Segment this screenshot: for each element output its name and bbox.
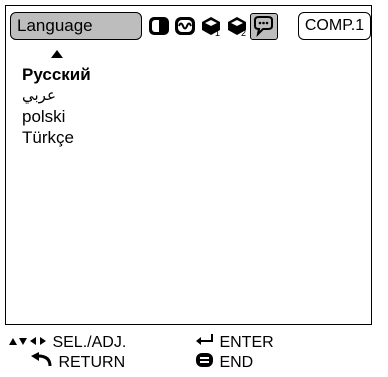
language-option-polish[interactable]: polski [22,106,91,127]
picture-adjust-icon[interactable] [147,14,171,38]
language-option-russian[interactable]: Русский [22,64,91,85]
language-tab[interactable]: Language [10,12,142,40]
menu-tab-row: Language 1 2 COMP.1 [10,12,371,42]
input-source-label: COMP.1 [298,12,371,40]
svg-text:1: 1 [215,28,220,38]
return-arrow-icon [30,352,54,374]
select-adjust-hint: SEL./ADJ. [8,333,126,353]
options-2-icon[interactable]: 2 [225,14,249,38]
language-option-arabic[interactable]: عربي [22,85,91,106]
end-hint: END [195,352,253,372]
enter-hint: ENTER [195,333,274,353]
enter-icon [195,333,215,353]
menu-button-icon [195,352,215,374]
osd-screen: Language 1 2 COMP.1 Русский عربي polski … [0,0,388,377]
options-1-icon[interactable]: 1 [199,14,223,38]
return-hint: RETURN [30,352,125,372]
osd-menu-panel: Language 1 2 COMP.1 Русский عربي polski … [5,5,372,325]
language-icon[interactable] [250,13,278,40]
language-option-turkish[interactable]: Türkçe [22,127,91,148]
svg-text:2: 2 [241,28,246,38]
signal-adjust-icon[interactable] [173,14,197,38]
scroll-up-arrow-icon [51,50,63,58]
button-guide: SEL./ADJ. ENTER RETURN END [8,333,378,373]
language-list: Русский عربي polski Türkçe [22,64,91,148]
arrow-keys-icon [8,333,48,353]
